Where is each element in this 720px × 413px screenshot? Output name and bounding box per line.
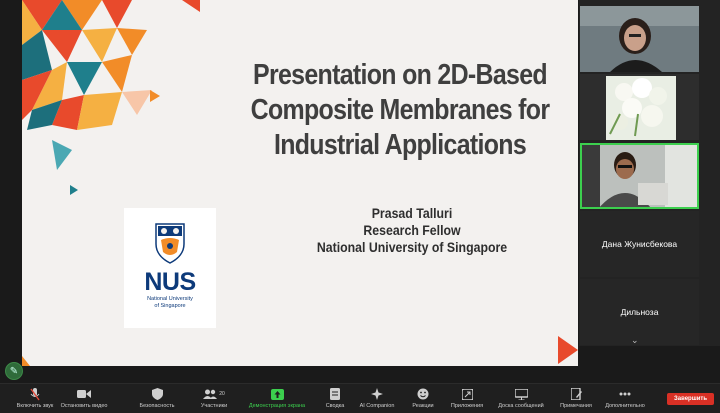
participant-panel: Дана Жунисбекова Дильноза ⌄ xyxy=(579,0,720,346)
share-screen-label: Демонстрация экрана xyxy=(248,403,306,409)
participant-tile-active[interactable] xyxy=(580,143,699,209)
pencil-icon[interactable]: ✎ xyxy=(5,362,23,380)
more-dots-icon xyxy=(619,392,631,396)
participants-button[interactable]: 20 Участники xyxy=(183,387,245,409)
security-button[interactable]: Безопасность xyxy=(126,387,188,409)
stop-video-label: Остановить видео xyxy=(60,403,108,409)
apps-label: Приложения xyxy=(450,403,484,409)
stop-video-button[interactable]: Остановить видео xyxy=(53,387,115,409)
presenter-role: Research Fellow xyxy=(363,222,461,238)
nus-logo-subtitle-line-1: National University xyxy=(147,296,193,302)
security-label: Безопасность xyxy=(139,403,175,409)
chevron-down-icon[interactable]: ⌄ xyxy=(631,335,639,346)
shield-icon xyxy=(151,388,163,400)
participants-label: Участники xyxy=(200,403,228,409)
end-meeting-button[interactable]: Завершить xyxy=(667,393,714,405)
microphone-muted-icon xyxy=(30,387,40,400)
nus-logo-word: NUS xyxy=(144,268,196,296)
whiteboard-icon xyxy=(514,388,528,400)
share-screen-icon xyxy=(270,388,284,400)
nus-logo-subtitle-line-2: of Singapore xyxy=(154,303,186,309)
smiley-icon xyxy=(417,388,429,400)
reactions-label: Реакции xyxy=(412,403,434,409)
more-label: Дополнительно xyxy=(605,403,645,409)
notes-label: Примечания xyxy=(560,403,592,409)
share-screen-button[interactable]: Демонстрация экрана xyxy=(246,387,308,409)
more-button[interactable]: Дополнительно xyxy=(594,387,656,409)
participants-count: 20 xyxy=(219,391,225,397)
people-icon xyxy=(203,389,218,399)
participant-name-tile[interactable]: Дана Жунисбекова xyxy=(580,211,699,277)
participant-tile[interactable] xyxy=(580,6,699,72)
sparkle-icon xyxy=(371,388,383,400)
slide-title-line-1: Presentation on 2D-Based xyxy=(253,59,548,91)
slide-title: Presentation on 2D-Based Composite Membr… xyxy=(228,58,572,163)
whiteboards-label: Доска сообщений xyxy=(498,403,544,409)
whiteboards-button[interactable]: Доска сообщений xyxy=(490,387,552,409)
apps-icon xyxy=(461,388,473,400)
apps-button[interactable]: Приложения xyxy=(436,387,498,409)
slide-title-line-2: Composite Membranes for xyxy=(250,94,550,126)
participant-name: Дана Жунисбекова xyxy=(601,239,678,249)
geometric-decoration-icon xyxy=(22,0,578,366)
nus-logo-subtitle: National University of Singapore xyxy=(124,296,216,310)
presentation-slide: Presentation on 2D-Based Composite Membr… xyxy=(22,0,578,366)
ai-companion-label: AI Companion xyxy=(359,403,395,409)
participant-tile[interactable] xyxy=(580,74,699,140)
notes-icon xyxy=(570,388,582,400)
video-camera-icon xyxy=(77,390,91,398)
presenter-org: National University of Singapore xyxy=(316,239,508,255)
participant-name-tile[interactable]: Дильноза xyxy=(580,279,699,345)
participant-woman-video-icon xyxy=(580,6,699,72)
slide-title-line-3: Industrial Applications xyxy=(273,129,527,161)
nus-logo: NUS National University of Singapore xyxy=(124,208,216,328)
document-icon xyxy=(330,388,340,400)
nus-crest-icon xyxy=(155,223,185,264)
participant-man-video-icon xyxy=(580,143,699,209)
participant-name: Дильноза xyxy=(620,307,659,317)
unmute-label: Включить звук xyxy=(16,403,54,409)
presenter-info: Prasad Talluri Research Fellow National … xyxy=(280,205,544,256)
participant-flowers-video-icon xyxy=(580,74,699,140)
shared-screen: Presentation on 2D-Based Composite Membr… xyxy=(0,0,720,383)
presenter-name: Prasad Talluri xyxy=(371,205,453,221)
meeting-toolbar: Включить звук Остановить видео Безопасно… xyxy=(0,383,720,413)
summary-label: Сводка xyxy=(325,403,345,409)
